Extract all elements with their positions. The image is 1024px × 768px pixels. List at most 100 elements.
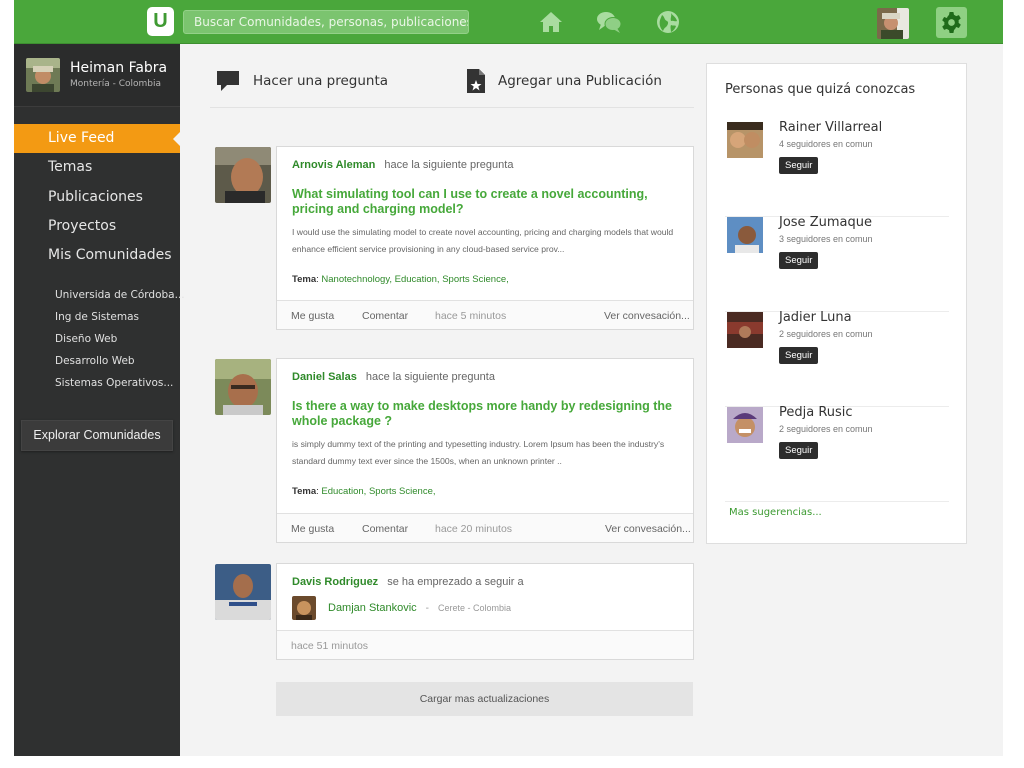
post-author[interactable]: Arnovis Aleman xyxy=(292,159,375,171)
settings-button[interactable] xyxy=(936,7,967,38)
post-author[interactable]: Davis Rodriguez xyxy=(292,576,378,588)
community-item[interactable]: Diseño Web xyxy=(55,328,185,350)
post-verb: hace la siguiente pregunta xyxy=(384,159,514,171)
avatar[interactable] xyxy=(727,407,763,443)
suggestion-name[interactable]: Jose Zumaque xyxy=(779,215,872,230)
topic-tag[interactable]: Education, xyxy=(321,486,366,497)
post-footer: Me gusta Comentar hace 20 minutos Ver co… xyxy=(277,513,693,542)
follow-button[interactable]: Seguir xyxy=(779,252,819,269)
topic-tag[interactable]: Sports Science, xyxy=(369,486,436,497)
panel-title: Personas que quizá conozcas xyxy=(725,82,916,97)
avatar[interactable] xyxy=(727,312,763,348)
search-input[interactable] xyxy=(183,10,469,34)
community-item[interactable]: Sistemas Operativos... xyxy=(55,372,185,394)
suggestion-item: Jadier Luna 2 seguidores en comun Seguir xyxy=(725,310,949,407)
community-item[interactable]: Universida de Córdoba... xyxy=(55,284,185,306)
topic-label: Tema xyxy=(292,274,317,285)
follow-button[interactable]: Seguir xyxy=(779,442,819,459)
sidebar: Heiman Fabra Montería - Colombia Live Fe… xyxy=(14,44,185,756)
suggestion-name[interactable]: Pedja Rusic xyxy=(779,405,853,420)
suggestion-item: Rainer Villarreal 4 seguidores en comun … xyxy=(725,120,949,217)
post-card: Daniel Salas hace la siguiente pregunta … xyxy=(276,358,694,543)
sidebar-item-mis-comunidades[interactable]: Mis Comunidades xyxy=(14,241,180,270)
post-header: Arnovis Aleman hace la siguiente pregunt… xyxy=(292,159,513,171)
profile-location: Montería - Colombia xyxy=(70,79,162,89)
globe-icon[interactable] xyxy=(655,9,681,35)
post-card: Arnovis Aleman hace la siguiente pregunt… xyxy=(276,146,694,330)
separator: - xyxy=(425,602,429,614)
avatar[interactable] xyxy=(292,596,316,620)
top-bar: U xyxy=(14,0,1003,44)
sidebar-item-live-feed[interactable]: Live Feed xyxy=(14,124,180,154)
post-timestamp: hace 5 minutos xyxy=(435,310,507,322)
post-timestamp: hace 51 minutos xyxy=(291,640,369,652)
sidebar-menu: Live Feed Temas Publicaciones Proyectos … xyxy=(14,124,180,270)
post-verb: se ha emprezado a seguir a xyxy=(387,576,524,588)
mutual-count: 2 seguidores en comun xyxy=(779,424,873,434)
view-conversation-link[interactable]: Ver convesación... xyxy=(604,310,690,322)
home-icon[interactable] xyxy=(538,9,564,35)
topic-label: Tema xyxy=(292,486,317,497)
followed-user-name[interactable]: Damjan Stankovic xyxy=(328,602,417,614)
followed-user: Damjan Stankovic - Cerete - Colombia xyxy=(292,596,511,620)
activity-card: Davis Rodriguez se ha emprezado a seguir… xyxy=(276,563,694,660)
mutual-count: 3 seguidores en comun xyxy=(779,234,873,244)
post-excerpt: is simply dummy text of the printing and… xyxy=(292,439,665,466)
comment-button[interactable]: Comentar xyxy=(362,523,408,535)
suggestion-item: Pedja Rusic 2 seguidores en comun Seguir xyxy=(725,405,949,502)
post-title[interactable]: What simulating tool can I use to create… xyxy=(292,187,682,217)
sidebar-item-proyectos[interactable]: Proyectos xyxy=(14,212,180,241)
chat-bubbles-icon[interactable] xyxy=(596,9,622,35)
community-item[interactable]: Desarrollo Web xyxy=(55,350,185,372)
topic-tag[interactable]: Sports Science, xyxy=(442,274,509,285)
add-publication-label: Agregar una Publicación xyxy=(498,73,662,89)
logo[interactable]: U xyxy=(147,7,174,36)
ask-question-button[interactable]: Hacer una pregunta xyxy=(215,68,388,94)
gear-icon xyxy=(942,11,961,34)
post-author[interactable]: Daniel Salas xyxy=(292,371,357,383)
followed-user-location: Cerete - Colombia xyxy=(438,603,512,613)
topic-tag[interactable]: Education, xyxy=(395,274,440,285)
community-item[interactable]: Ing de Sistemas xyxy=(55,306,185,328)
avatar[interactable] xyxy=(215,564,271,620)
explore-communities-button[interactable]: Explorar Comunidades xyxy=(21,420,173,451)
mutual-count: 4 seguidores en comun xyxy=(779,139,873,149)
avatar[interactable] xyxy=(26,58,60,92)
topic-tag[interactable]: Nanotechnology, xyxy=(321,274,392,285)
post-title[interactable]: Is there a way to make desktops more han… xyxy=(292,399,682,429)
post-footer: Me gusta Comentar hace 5 minutos Ver con… xyxy=(277,300,693,329)
more-suggestions-link[interactable]: Mas sugerencias... xyxy=(729,507,822,518)
suggestion-name[interactable]: Rainer Villarreal xyxy=(779,120,882,135)
action-bar: Hacer una pregunta Agregar una Publicaci… xyxy=(210,62,694,108)
avatar[interactable] xyxy=(727,122,763,158)
add-publication-button[interactable]: Agregar una Publicación xyxy=(466,68,662,94)
communities-list: Universida de Córdoba... Ing de Sistemas… xyxy=(55,284,185,394)
profile-card[interactable]: Heiman Fabra Montería - Colombia xyxy=(14,44,180,107)
post-header: Davis Rodriguez se ha emprezado a seguir… xyxy=(292,576,524,588)
post-topics: Tema: Education, Sports Science, xyxy=(292,486,436,497)
post-verb: hace la siguiente pregunta xyxy=(365,371,495,383)
sidebar-item-temas[interactable]: Temas xyxy=(14,153,180,182)
suggestion-name[interactable]: Jadier Luna xyxy=(779,310,852,325)
avatar[interactable] xyxy=(727,217,763,253)
post-header: Daniel Salas hace la siguiente pregunta xyxy=(292,371,495,383)
suggestions-panel: Personas que quizá conozcas Rainer Villa… xyxy=(706,63,967,544)
comment-button[interactable]: Comentar xyxy=(362,310,408,322)
post-excerpt: I would use the simulating model to crea… xyxy=(292,227,674,254)
like-button[interactable]: Me gusta xyxy=(291,310,334,322)
load-more-button[interactable]: Cargar mas actualizaciones xyxy=(276,682,693,716)
view-conversation-link[interactable]: Ver convesación... xyxy=(605,523,691,535)
sidebar-item-publicaciones[interactable]: Publicaciones xyxy=(14,183,180,212)
avatar[interactable] xyxy=(215,359,271,415)
ask-question-label: Hacer una pregunta xyxy=(253,73,389,89)
follow-button[interactable]: Seguir xyxy=(779,347,819,364)
app-frame: U Buscar Comunidades, personas, publicac… xyxy=(14,0,1003,756)
profile-name[interactable]: Heiman Fabra xyxy=(70,60,167,76)
suggestion-item: Jose Zumaque 3 seguidores en comun Segui… xyxy=(725,215,949,312)
like-button[interactable]: Me gusta xyxy=(291,523,334,535)
follow-button[interactable]: Seguir xyxy=(779,157,819,174)
mutual-count: 2 seguidores en comun xyxy=(779,329,873,339)
user-avatar[interactable] xyxy=(877,8,909,39)
avatar[interactable] xyxy=(215,147,271,203)
post-footer: hace 51 minutos xyxy=(277,630,693,659)
